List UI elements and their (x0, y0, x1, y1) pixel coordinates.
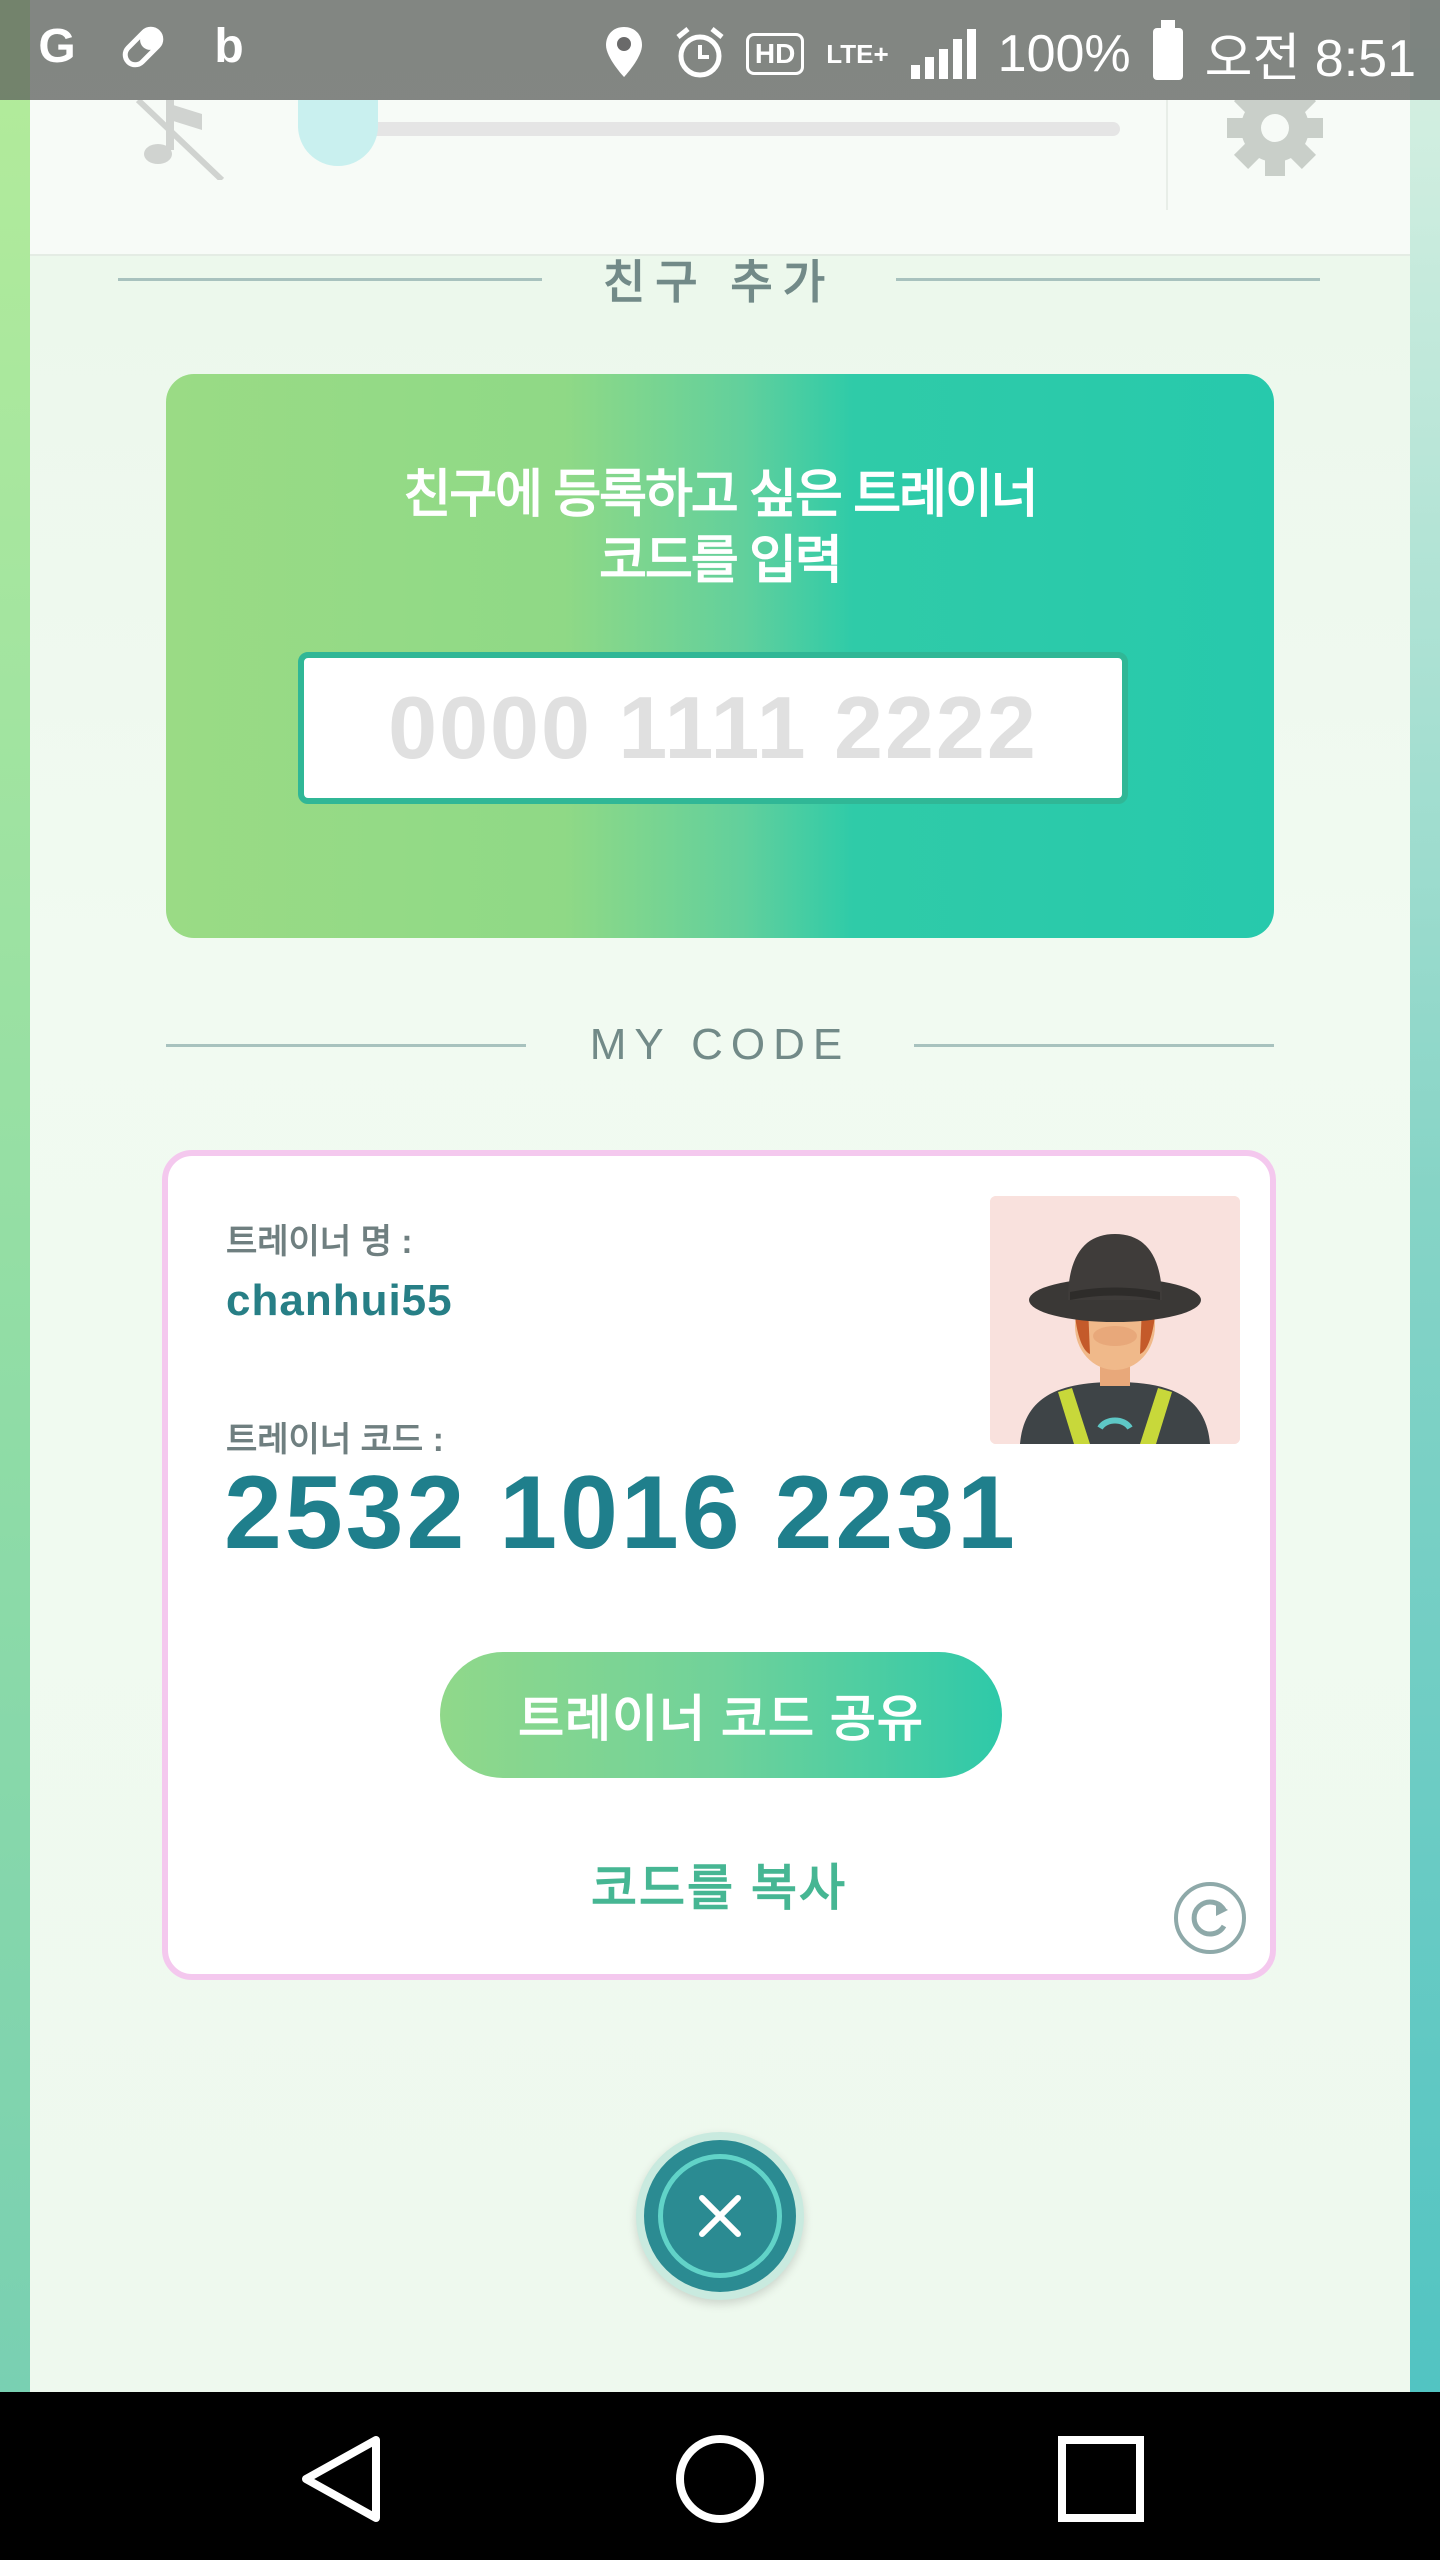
music-off-icon[interactable] (130, 97, 230, 200)
trainer-code: 2532 1016 2231 (224, 1455, 1018, 1571)
heading-rule-right (896, 277, 1320, 281)
add-friend-card: 친구에 등록하고 싶은 트레이너 코드를 입력 (166, 374, 1274, 938)
refresh-icon[interactable] (1172, 1880, 1248, 1956)
my-code-heading: MY CODE (166, 1020, 1274, 1070)
right-gradient-edge (1410, 0, 1440, 2392)
g-app-icon: G (38, 20, 76, 73)
location-pin-icon (598, 25, 650, 83)
heading-rule-left (166, 1043, 526, 1047)
close-icon (699, 2195, 741, 2237)
battery-icon (1152, 19, 1183, 80)
copy-code-link[interactable]: 코드를 복사 (168, 1848, 1270, 1920)
add-friend-prompt: 친구에 등록하고 싶은 트레이너 코드를 입력 (166, 462, 1274, 594)
alarm-clock-icon (672, 25, 724, 83)
signal-strength-icon (910, 28, 976, 79)
my-code-title: MY CODE (589, 1020, 851, 1069)
top-bar (30, 80, 1410, 256)
close-button[interactable] (636, 2132, 804, 2300)
add-friend-title: 친구 추가 (602, 256, 836, 308)
lte-plus-icon: LTE+ (826, 38, 889, 69)
prompt-line-1: 친구에 등록하고 싶은 트레이너 (403, 466, 1038, 524)
volume-slider-track[interactable] (340, 122, 1120, 136)
add-friend-heading: 친구 추가 (118, 246, 1320, 312)
b-app-icon: b (214, 20, 244, 73)
gear-icon[interactable] (1220, 80, 1330, 180)
volume-slider-handle[interactable] (298, 100, 378, 166)
trainer-code-input[interactable] (298, 652, 1128, 804)
battery-percent: 100% (997, 24, 1131, 83)
share-trainer-code-button[interactable]: 트레이너 코드 공유 (440, 1652, 1002, 1778)
hd-voice-icon: HD (745, 32, 805, 75)
heading-rule-right (914, 1043, 1274, 1047)
clock: 오전 8:51 (1204, 30, 1416, 88)
my-code-card: 트레이너 명 : chanhui55 트레이너 코드 : 2532 1016 2… (162, 1150, 1276, 1980)
back-icon[interactable] (288, 2424, 398, 2534)
prompt-line-2: 코드를 입력 (599, 532, 843, 590)
trainer-avatar (990, 1196, 1240, 1444)
navigation-bar (0, 2392, 1440, 2560)
recent-apps-icon[interactable] (1046, 2424, 1156, 2534)
top-bar-divider (1166, 100, 1168, 210)
status-bar: G b HD LTE+ 100% 오전 8:51 (0, 0, 1440, 100)
home-icon[interactable] (665, 2424, 775, 2534)
trainer-name: chanhui55 (226, 1276, 453, 1325)
left-gradient-edge (0, 0, 30, 2392)
trainer-name-label: 트레이너 명 : (226, 1223, 413, 1261)
pill-icon (114, 18, 172, 76)
heading-rule-left (118, 277, 542, 281)
